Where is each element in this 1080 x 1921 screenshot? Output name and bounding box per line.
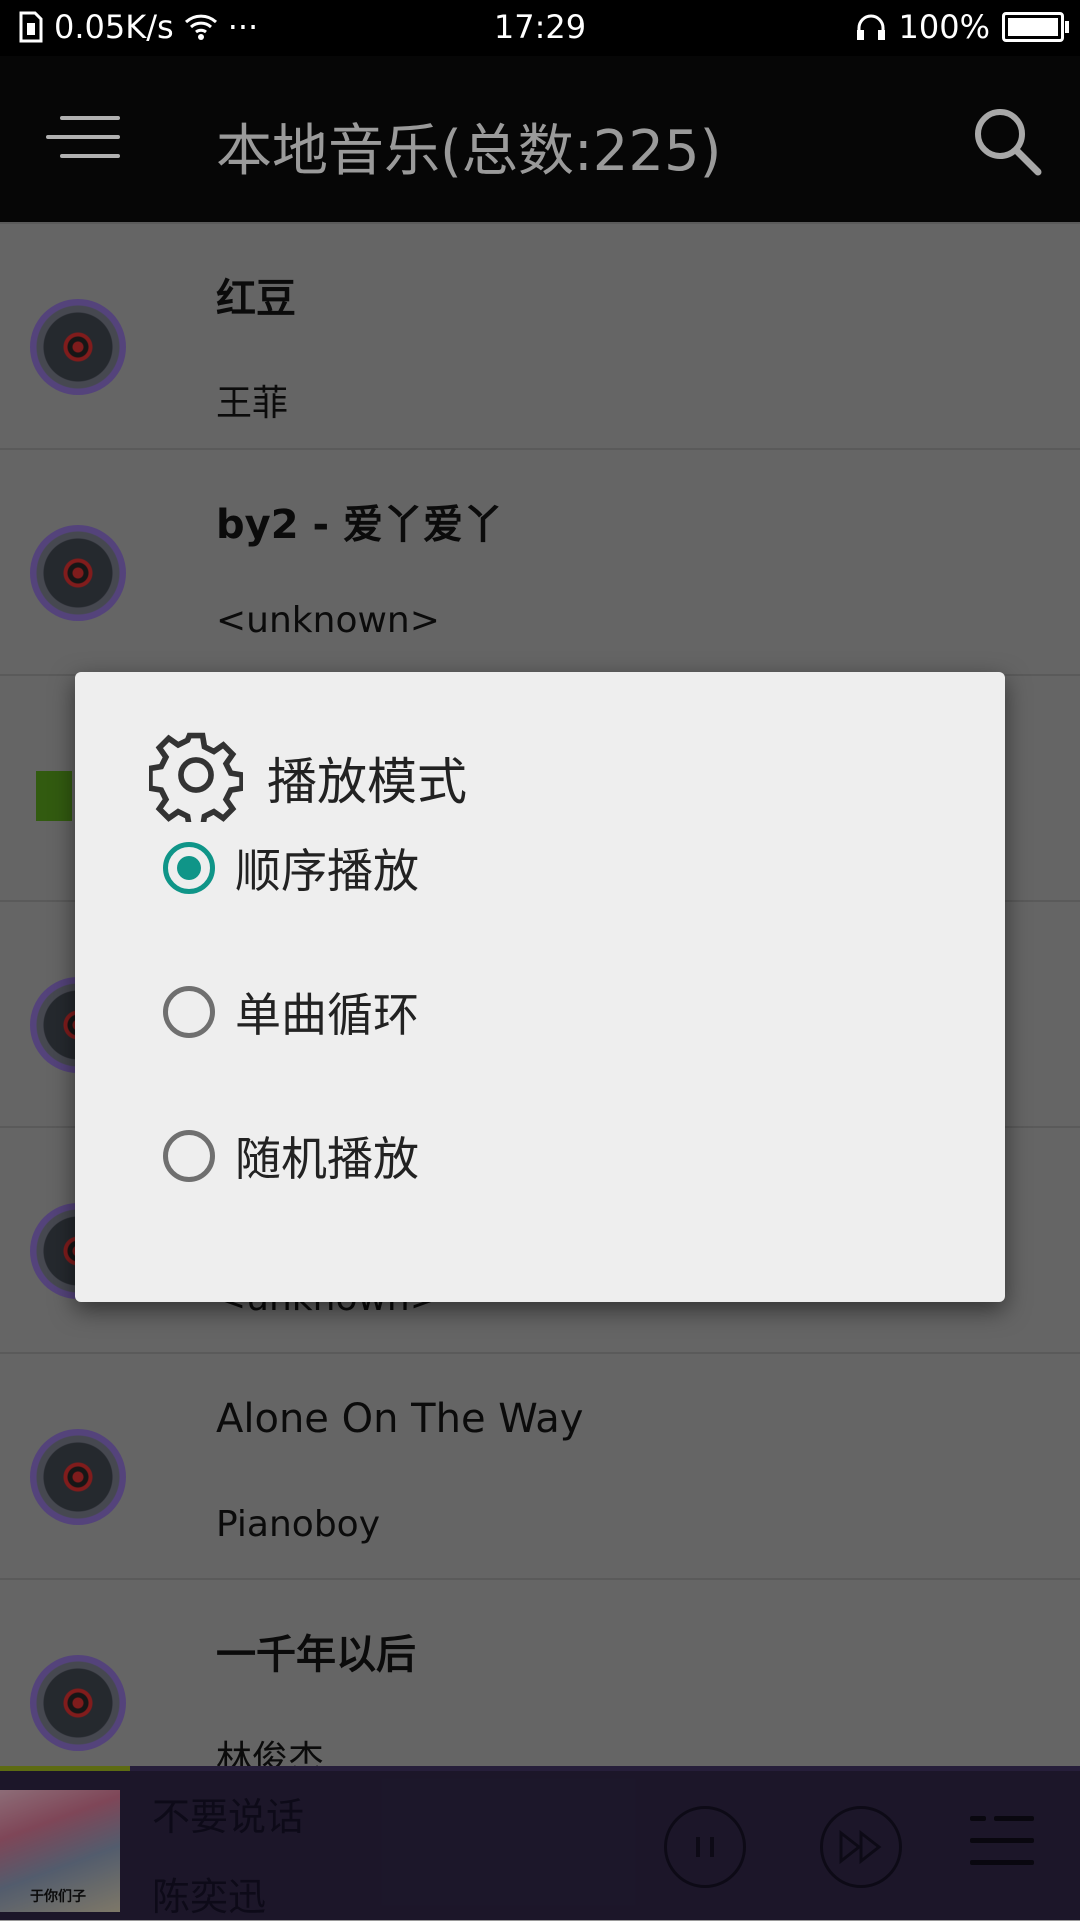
- play-mode-dialog: 播放模式 顺序播放 单曲循环 随机播放: [75, 672, 1005, 1302]
- radio-button[interactable]: [163, 1130, 215, 1182]
- battery-fill: [1008, 18, 1058, 36]
- search-icon[interactable]: [972, 106, 1042, 176]
- option-label: 单曲循环: [235, 988, 419, 1042]
- gear-icon: [149, 732, 243, 822]
- battery-percent: 100%: [898, 8, 990, 46]
- radio-button[interactable]: [163, 842, 215, 894]
- dialog-title: 播放模式: [267, 753, 467, 811]
- option-repeat-one[interactable]: 单曲循环: [163, 962, 863, 1062]
- radio-button[interactable]: [163, 986, 215, 1038]
- option-sequential[interactable]: 顺序播放: [163, 818, 863, 918]
- battery-icon: [1002, 12, 1069, 42]
- option-label: 随机播放: [235, 1132, 419, 1186]
- status-bar: 0.05K/s ··· 17:29 100%: [0, 0, 1080, 56]
- status-right: 100%: [855, 8, 1069, 46]
- page-title: 本地音乐(总数:225): [216, 119, 722, 184]
- headphone-icon: [856, 14, 885, 40]
- app-header: 本地音乐(总数:225): [0, 56, 1080, 222]
- option-label: 顺序播放: [235, 844, 419, 898]
- option-shuffle[interactable]: 随机播放: [163, 1106, 863, 1206]
- hamburger-menu-icon[interactable]: [46, 116, 120, 158]
